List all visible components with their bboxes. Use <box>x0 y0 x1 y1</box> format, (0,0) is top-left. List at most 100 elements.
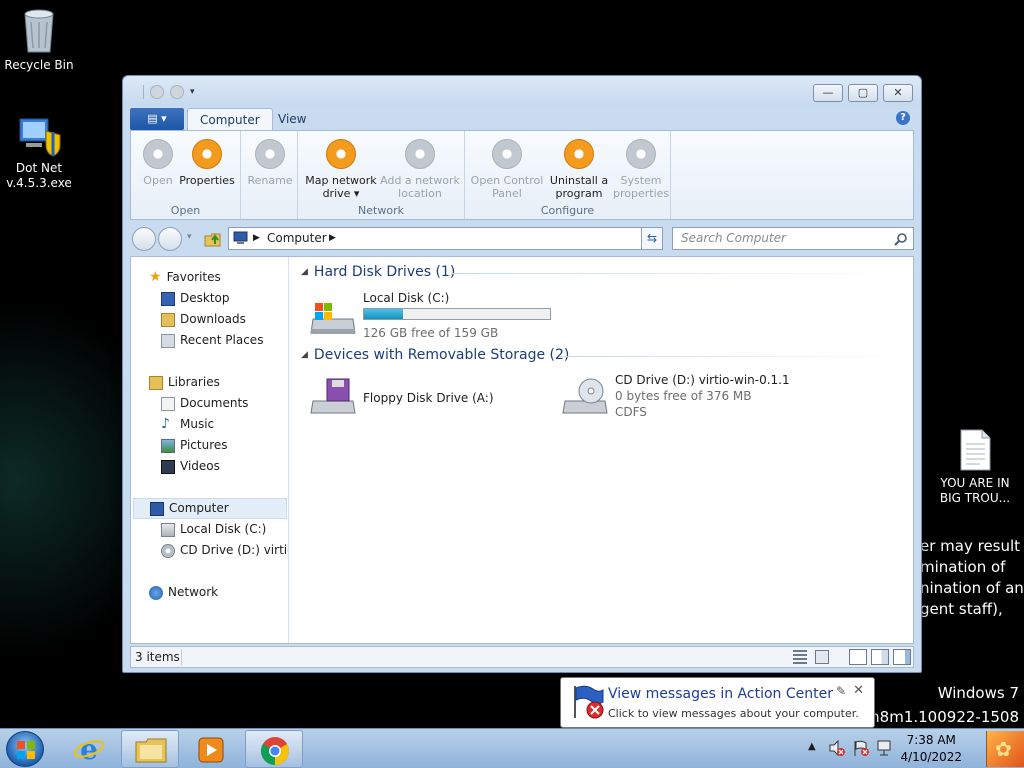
minimize-button[interactable]: — <box>813 84 843 102</box>
details-view-icon[interactable] <box>793 650 807 664</box>
file-menu-button[interactable]: ▤ ▾ <box>130 108 184 130</box>
svg-text:e: e <box>80 734 98 764</box>
file-menu-icon: ▤ ▾ <box>147 112 167 125</box>
open-control-panel-button[interactable]: Open Control Panel <box>469 139 545 200</box>
open-button[interactable]: Open <box>139 139 177 187</box>
balloon-close-icon[interactable]: ✕ <box>853 683 864 698</box>
nav-computer[interactable]: Computer <box>133 498 287 519</box>
nav-recent-places[interactable]: Recent Places <box>161 330 263 351</box>
nav-music-label: Music <box>180 417 215 431</box>
show-preview-pane-icon[interactable] <box>893 649 911 665</box>
downloads-folder-icon <box>161 312 175 327</box>
recycle-bin-icon <box>24 9 54 53</box>
title-bar[interactable]: ▾ — ▢ ✕ <box>123 76 921 106</box>
nav-videos[interactable]: Videos <box>161 456 220 477</box>
breadcrumb-computer[interactable]: Computer <box>267 228 327 249</box>
close-button[interactable]: ✕ <box>883 84 913 102</box>
taskbar-internet-explorer[interactable]: e <box>60 730 118 768</box>
taskbar-file-explorer[interactable] <box>121 730 179 768</box>
ribbon-group-open: Open Properties Open <box>131 131 241 219</box>
nav-desktop[interactable]: Desktop <box>161 288 230 309</box>
maximize-button[interactable]: ▢ <box>848 84 878 102</box>
group-header-hard-disk-drives[interactable]: ◢ Hard Disk Drives (1) <box>301 264 455 280</box>
folder-icon <box>135 738 167 763</box>
hide-preview-pane-icon[interactable] <box>849 649 867 665</box>
network-tray-icon[interactable] <box>876 739 894 757</box>
up-folder-icon[interactable] <box>204 230 222 248</box>
cd-drive-icon <box>161 543 175 558</box>
qat-customize-icon[interactable]: ▾ <box>190 87 195 97</box>
address-bar[interactable]: ▶ Computer ▶ ▼ <box>228 227 658 250</box>
uninstall-program-button[interactable]: Uninstall a program <box>545 139 613 200</box>
system-properties-label-line2: properties <box>613 187 670 200</box>
breadcrumb-separator-icon[interactable]: ▶ <box>253 228 260 249</box>
tiles-view-icon[interactable] <box>815 650 829 664</box>
forward-button[interactable] <box>158 227 182 251</box>
show-hidden-icons-arrow-icon[interactable]: ▲ <box>808 741 816 752</box>
qat-new-folder-icon[interactable] <box>170 85 184 99</box>
nav-documents-label: Documents <box>180 396 249 410</box>
add-network-location-button[interactable]: Add a network location <box>380 139 460 200</box>
nav-network[interactable]: Network <box>149 582 218 603</box>
text-document-icon <box>960 429 991 471</box>
nav-local-disk[interactable]: Local Disk (C:) <box>161 519 266 540</box>
map-network-drive-label-line1: Map network <box>305 174 377 187</box>
balloon-options-wrench-icon[interactable]: ✎ <box>836 684 846 698</box>
drive-cd[interactable]: CD Drive (D:) virtio-win-0.1.1 0 bytes f… <box>559 373 819 423</box>
nav-libraries[interactable]: Libraries <box>149 372 220 393</box>
back-button[interactable] <box>132 227 156 251</box>
system-properties-button[interactable]: System properties <box>613 139 669 200</box>
add-network-location-icon <box>405 139 435 169</box>
taskbar-chrome[interactable] <box>245 730 303 768</box>
status-bar: 3 items <box>130 646 914 668</box>
taskbar-clock[interactable]: 7:38 AM 4/10/2022 <box>900 732 962 766</box>
desktop-icon-dot-net[interactable]: Dot Net v.4.5.3.exe <box>0 113 81 191</box>
search-input[interactable]: Search Computer <box>672 227 914 250</box>
start-button[interactable] <box>6 731 44 767</box>
nav-desktop-label: Desktop <box>180 291 230 305</box>
taskbar: e ▲ 7:38 AM 4/10/2022 ✿ <box>0 728 1024 768</box>
system-properties-icon <box>626 139 656 169</box>
control-panel-icon <box>492 139 522 169</box>
add-network-location-label-line1: Add a network <box>380 174 460 187</box>
map-network-drive-button[interactable]: Map network drive ▾ <box>302 139 380 200</box>
ribbon-group-label: Open <box>170 204 201 217</box>
action-center-tray-icon[interactable] <box>852 739 870 757</box>
group-header-removable-storage[interactable]: ◢ Devices with Removable Storage (2) <box>301 347 569 363</box>
add-network-location-label-line2: location <box>398 187 442 200</box>
nav-documents[interactable]: Documents <box>161 393 248 414</box>
qat-properties-icon[interactable] <box>150 85 164 99</box>
breadcrumb-chevron-icon[interactable]: ▶ <box>329 228 336 249</box>
tab-view[interactable]: View <box>266 108 318 130</box>
help-icon[interactable]: ? <box>896 111 910 125</box>
search-icon[interactable] <box>894 232 908 246</box>
show-details-pane-icon[interactable] <box>871 649 889 665</box>
nav-pictures-label: Pictures <box>180 438 228 452</box>
nav-music[interactable]: ♪ Music <box>161 414 214 435</box>
taskbar-media-player[interactable] <box>182 730 240 768</box>
rename-button[interactable]: Rename <box>247 139 293 187</box>
drive-local-disk[interactable]: Local Disk (C:) 126 GB free of 159 GB <box>305 291 565 341</box>
desktop-icon-text-file[interactable]: YOU ARE IN BIG TROU... <box>933 428 1017 506</box>
nav-pictures[interactable]: Pictures <box>161 435 228 456</box>
videos-filmstrip-icon <box>161 459 175 474</box>
nav-downloads[interactable]: Downloads <box>161 309 246 330</box>
volume-muted-icon[interactable] <box>828 739 846 757</box>
drive-floppy[interactable]: Floppy Disk Drive (A:) <box>305 373 545 423</box>
background-text-line: nination of an <box>920 579 1024 597</box>
nav-favorites[interactable]: ★ Favorites <box>149 267 221 288</box>
nav-libraries-label: Libraries <box>168 375 220 389</box>
properties-button[interactable]: Properties <box>179 139 235 187</box>
tab-computer[interactable]: Computer <box>187 108 273 130</box>
desktop-icon-recycle-bin[interactable]: Recycle Bin <box>0 8 81 73</box>
clock-time: 7:38 AM <box>906 733 956 747</box>
collapse-triangle-icon: ◢ <box>301 350 308 360</box>
recent-pages-chevron-icon[interactable]: ▾ <box>187 232 192 242</box>
qat-separator <box>143 85 144 99</box>
rename-icon <box>255 139 285 169</box>
nav-cd-drive[interactable]: CD Drive (D:) virtio-win-0.1.1 <box>161 540 288 561</box>
refresh-button[interactable]: ⇆ <box>641 227 663 250</box>
action-center-balloon[interactable]: View messages in Action Center Click to … <box>560 677 875 728</box>
installer-shield-icon <box>19 118 61 157</box>
user-picture-show-desktop[interactable]: ✿ <box>986 731 1024 767</box>
